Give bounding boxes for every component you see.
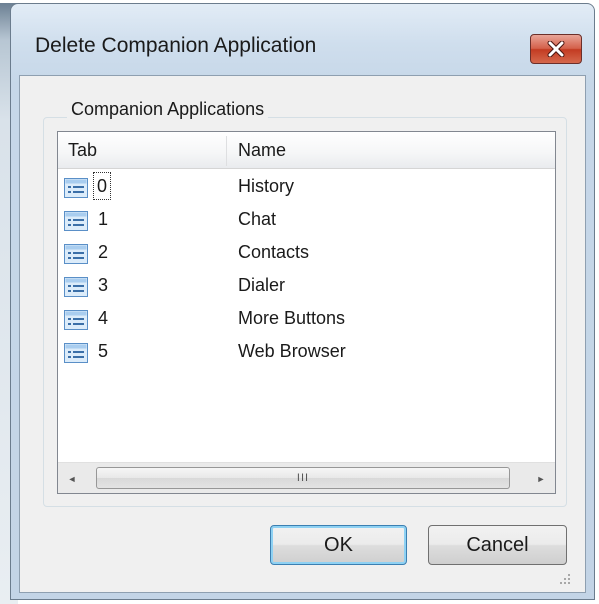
list-item[interactable]: 3 Dialer <box>58 270 555 302</box>
close-icon <box>547 41 565 57</box>
ok-button[interactable]: OK <box>270 525 407 565</box>
column-header-tab[interactable]: Tab <box>58 132 226 168</box>
list-item-icon <box>64 343 88 363</box>
list-item-icon <box>64 310 88 330</box>
cancel-button[interactable]: Cancel <box>428 525 567 565</box>
list-item-tab: 2 <box>98 242 109 262</box>
list-item[interactable]: 0 History <box>58 171 555 203</box>
list-item-tab: 0 <box>92 172 112 200</box>
column-header-name[interactable]: Name <box>228 132 555 168</box>
list-item-tab: 3 <box>98 275 109 295</box>
group-label: Companion Applications <box>67 99 269 120</box>
list-item-name: Contacts <box>238 242 310 262</box>
list-item-tab: 1 <box>98 209 109 229</box>
scrollbar-thumb[interactable]: III <box>96 467 510 489</box>
list-item-icon <box>64 277 88 297</box>
list-item-name: Dialer <box>238 275 286 295</box>
list-item-name: History <box>238 176 295 196</box>
list-item[interactable]: 4 More Buttons <box>58 303 555 335</box>
list-item-icon <box>64 211 88 231</box>
list-item[interactable]: 1 Chat <box>58 204 555 236</box>
horizontal-scrollbar[interactable]: ◄ III ► <box>58 462 555 493</box>
dialog-title: Delete Companion Application <box>35 34 317 57</box>
close-button[interactable] <box>530 34 582 64</box>
list-header: Tab Name <box>58 132 555 169</box>
list-item-tab: 5 <box>98 341 109 361</box>
list-item-icon <box>64 178 88 198</box>
column-divider[interactable] <box>226 136 227 166</box>
companion-applications-list[interactable]: Tab Name 0 History 1 Chat 2 Contacts 3 Dialer 4 M… <box>57 131 556 494</box>
list-item-name: More Buttons <box>238 308 346 328</box>
list-item[interactable]: 5 Web Browser <box>58 336 555 368</box>
grip-icon: III <box>296 472 310 484</box>
resize-grip-icon[interactable] <box>558 572 572 586</box>
scroll-right-button[interactable]: ► <box>527 463 555 493</box>
list-item[interactable]: 2 Contacts <box>58 237 555 269</box>
chevron-left-icon: ◄ <box>67 473 77 484</box>
list-item-tab: 4 <box>98 308 109 328</box>
scroll-left-button[interactable]: ◄ <box>58 463 86 493</box>
chevron-right-icon: ► <box>536 473 546 484</box>
list-item-name: Chat <box>238 209 277 229</box>
list-item-icon <box>64 244 88 264</box>
list-item-name: Web Browser <box>238 341 346 361</box>
